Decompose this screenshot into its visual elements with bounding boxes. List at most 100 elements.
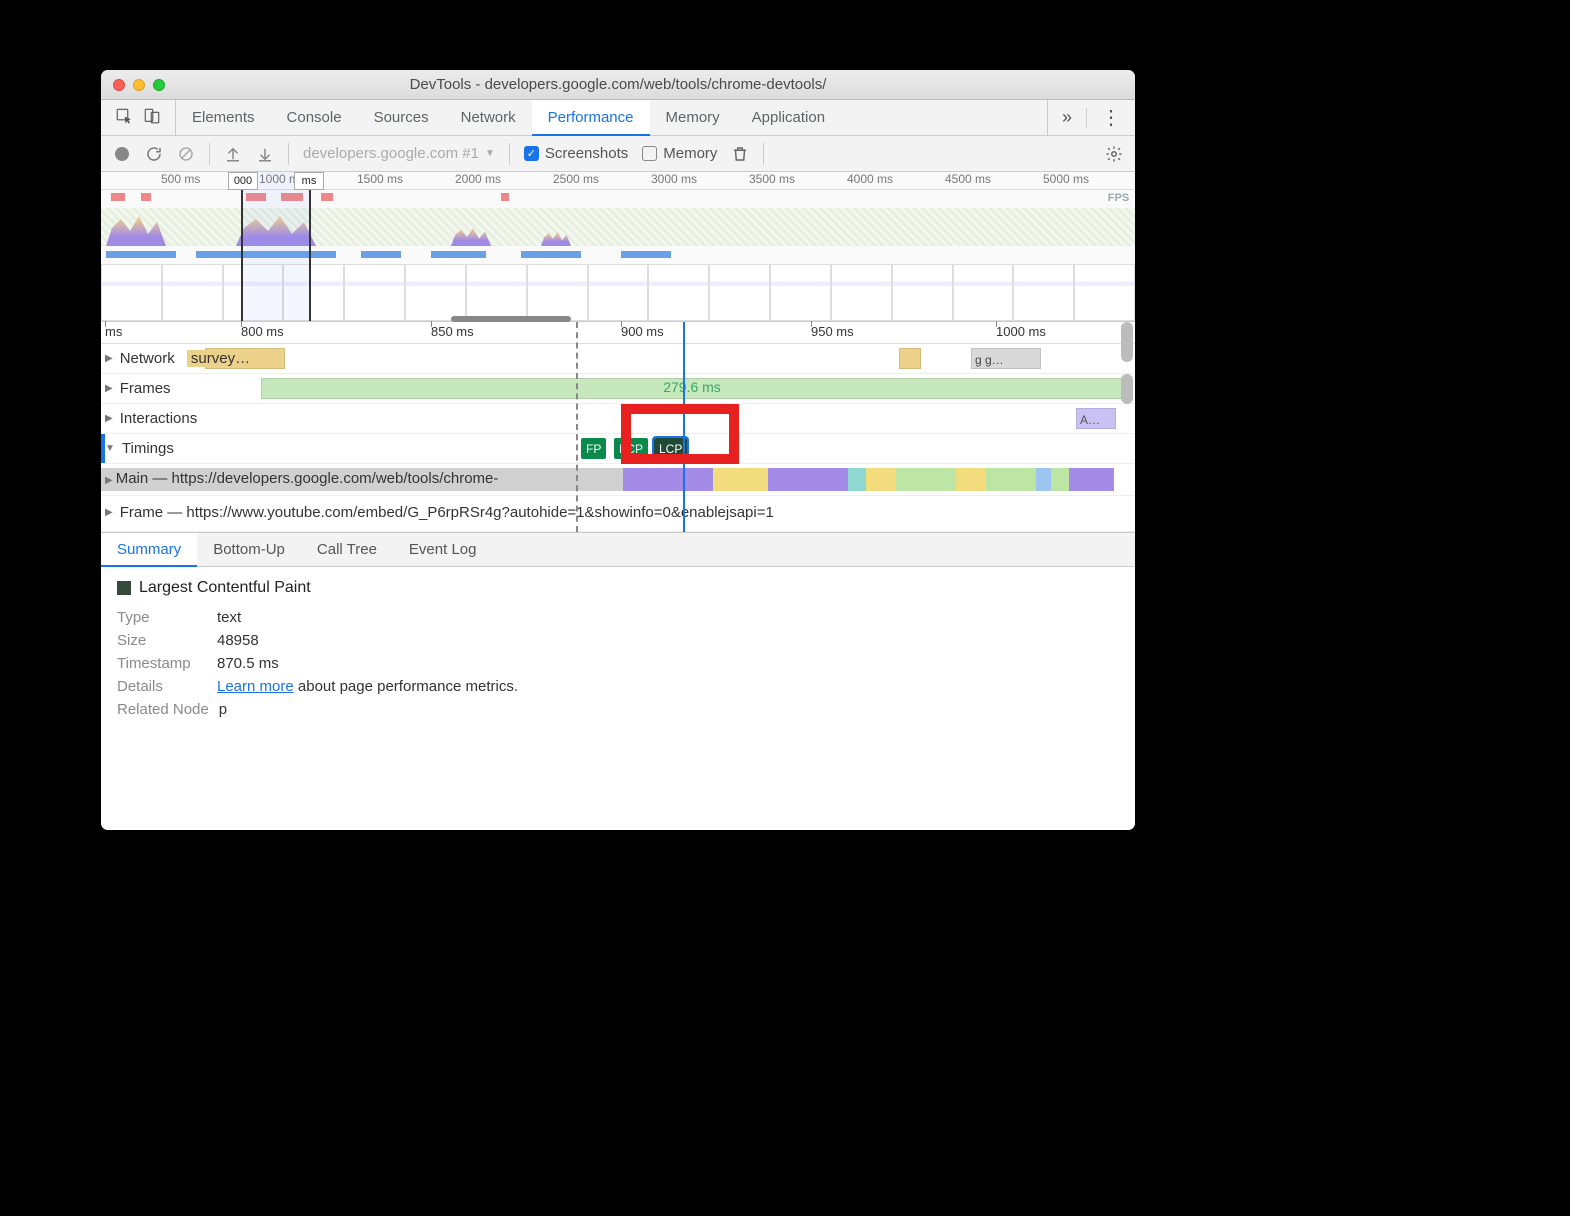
- overview-tick: 5000 ms: [1043, 172, 1089, 186]
- main-thread-track[interactable]: Main — https://developers.google.com/web…: [101, 464, 1135, 496]
- marker-dashed: [576, 322, 578, 532]
- divider: [1086, 108, 1087, 128]
- close-icon[interactable]: [113, 79, 125, 91]
- tab-elements[interactable]: Elements: [176, 100, 271, 135]
- network-request-block[interactable]: g g…: [971, 348, 1041, 369]
- summary-swatch-icon: [117, 581, 131, 595]
- detail-tick: 1000 ms: [996, 324, 1046, 339]
- summary-header: Largest Contentful Paint: [117, 579, 1119, 597]
- detail-ruler: ms 800 ms 850 ms 900 ms 950 ms 1000 ms: [101, 322, 1135, 344]
- minimize-icon[interactable]: [133, 79, 145, 91]
- inspect-controls: [101, 100, 176, 135]
- network-track[interactable]: Network survey… g g…: [101, 344, 1135, 374]
- interactions-track-label[interactable]: Interactions: [105, 410, 197, 427]
- clear-button[interactable]: [177, 145, 195, 163]
- fcp-marker[interactable]: FCP: [614, 438, 648, 459]
- divider: [209, 143, 210, 165]
- frame-thread-track[interactable]: Frame — https://www.youtube.com/embed/G_…: [101, 496, 1135, 532]
- playhead[interactable]: [683, 322, 685, 532]
- summary-timestamp-label: Timestamp: [117, 655, 207, 672]
- selection-right-handle[interactable]: ms: [294, 172, 324, 190]
- summary-relatednode-value[interactable]: p: [219, 701, 227, 718]
- overview-tick: 1500 ms: [357, 172, 403, 186]
- overview-tick: 2500 ms: [553, 172, 599, 186]
- details-tab-calltree[interactable]: Call Tree: [301, 533, 393, 566]
- main-track-label[interactable]: Main — https://developers.google.com/web…: [105, 470, 498, 487]
- summary-timestamp-value: 870.5 ms: [217, 655, 279, 672]
- memory-checkbox[interactable]: Memory: [642, 145, 717, 162]
- overview-tick: 3500 ms: [749, 172, 795, 186]
- detail-scrollbar[interactable]: [1121, 322, 1133, 532]
- detail-tick: ms: [105, 324, 122, 339]
- overflow-icon[interactable]: [1062, 107, 1072, 128]
- interactions-track[interactable]: Interactions A…: [101, 404, 1135, 434]
- summary-relatednode-label: Related Node: [117, 701, 209, 718]
- selection-left-handle[interactable]: 000: [228, 172, 258, 190]
- screenshots-label: Screenshots: [545, 145, 628, 162]
- overview-minimap[interactable]: 500 ms 1000 ms 1500 ms 2000 ms 2500 ms 3…: [101, 172, 1135, 322]
- detail-tick: 850 ms: [431, 324, 474, 339]
- tab-sources[interactable]: Sources: [358, 100, 445, 135]
- details-tab-bottomup[interactable]: Bottom-Up: [197, 533, 301, 566]
- reload-record-button[interactable]: [145, 145, 163, 163]
- timings-track-label[interactable]: Timings: [105, 440, 174, 457]
- overview-tick: 3000 ms: [651, 172, 697, 186]
- overview-tick: 4500 ms: [945, 172, 991, 186]
- animation-block[interactable]: A…: [1076, 408, 1116, 429]
- settings-icon[interactable]: [1105, 145, 1123, 163]
- tabstrip-overflow: ⋮: [1047, 100, 1135, 135]
- fp-marker[interactable]: FP: [581, 438, 606, 459]
- tab-performance[interactable]: Performance: [532, 100, 650, 136]
- window-title: DevTools - developers.google.com/web/too…: [101, 76, 1135, 93]
- record-button[interactable]: [113, 145, 131, 163]
- network-request-block[interactable]: [899, 348, 921, 369]
- zoom-icon[interactable]: [153, 79, 165, 91]
- save-profile-button[interactable]: [256, 145, 274, 163]
- timings-track[interactable]: Timings FP FCP LCP: [101, 434, 1135, 464]
- load-profile-button[interactable]: [224, 145, 242, 163]
- tab-application[interactable]: Application: [736, 100, 841, 135]
- device-toggle-icon[interactable]: [143, 107, 161, 128]
- summary-details-value: Learn more about page performance metric…: [217, 678, 518, 695]
- window-titlebar: DevTools - developers.google.com/web/too…: [101, 70, 1135, 100]
- overview-selection[interactable]: 000 ms: [241, 172, 311, 321]
- network-track-label[interactable]: Network survey…: [105, 350, 254, 367]
- tab-network[interactable]: Network: [445, 100, 532, 135]
- divider: [288, 143, 289, 165]
- learn-more-link[interactable]: Learn more: [217, 678, 294, 695]
- screenshots-checkbox[interactable]: ✓Screenshots: [524, 145, 628, 162]
- flamechart-area[interactable]: ms 800 ms 850 ms 900 ms 950 ms 1000 ms N…: [101, 322, 1135, 532]
- details-tab-summary[interactable]: Summary: [101, 533, 197, 567]
- detail-tick: 800 ms: [241, 324, 284, 339]
- details-tabstrip: Summary Bottom-Up Call Tree Event Log: [101, 532, 1135, 567]
- memory-label: Memory: [663, 145, 717, 162]
- panel-tabs: Elements Console Sources Network Perform…: [176, 100, 1047, 135]
- tab-memory[interactable]: Memory: [650, 100, 736, 135]
- inspect-element-icon[interactable]: [115, 107, 133, 128]
- main-tabstrip: Elements Console Sources Network Perform…: [101, 100, 1135, 136]
- perf-toolbar: developers.google.com #1▼ ✓Screenshots M…: [101, 136, 1135, 172]
- overview-tick: 2000 ms: [455, 172, 501, 186]
- frames-track[interactable]: Frames 279.6 ms: [101, 374, 1135, 404]
- traffic-lights: [101, 79, 165, 91]
- frame-track-label[interactable]: Frame — https://www.youtube.com/embed/G_…: [105, 504, 774, 521]
- details-tab-eventlog[interactable]: Event Log: [393, 533, 493, 566]
- kebab-menu-icon[interactable]: ⋮: [1101, 105, 1121, 130]
- summary-size-value: 48958: [217, 632, 259, 649]
- detail-tick: 950 ms: [811, 324, 854, 339]
- overview-tick: 500 ms: [161, 172, 200, 186]
- trash-icon[interactable]: [731, 145, 749, 163]
- recording-dropdown[interactable]: developers.google.com #1▼: [303, 145, 495, 162]
- recording-dropdown-label: developers.google.com #1: [303, 145, 479, 162]
- frame-duration: 279.6 ms: [663, 379, 721, 395]
- summary-title: Largest Contentful Paint: [139, 579, 311, 597]
- summary-pane: Largest Contentful Paint Typetext Size48…: [101, 567, 1135, 830]
- frame-block[interactable]: 279.6 ms: [261, 378, 1123, 399]
- divider: [509, 143, 510, 165]
- divider: [763, 143, 764, 165]
- summary-type-label: Type: [117, 609, 207, 626]
- tab-console[interactable]: Console: [271, 100, 358, 135]
- summary-details-label: Details: [117, 678, 207, 695]
- summary-type-value: text: [217, 609, 241, 626]
- frames-track-label[interactable]: Frames: [105, 380, 171, 397]
